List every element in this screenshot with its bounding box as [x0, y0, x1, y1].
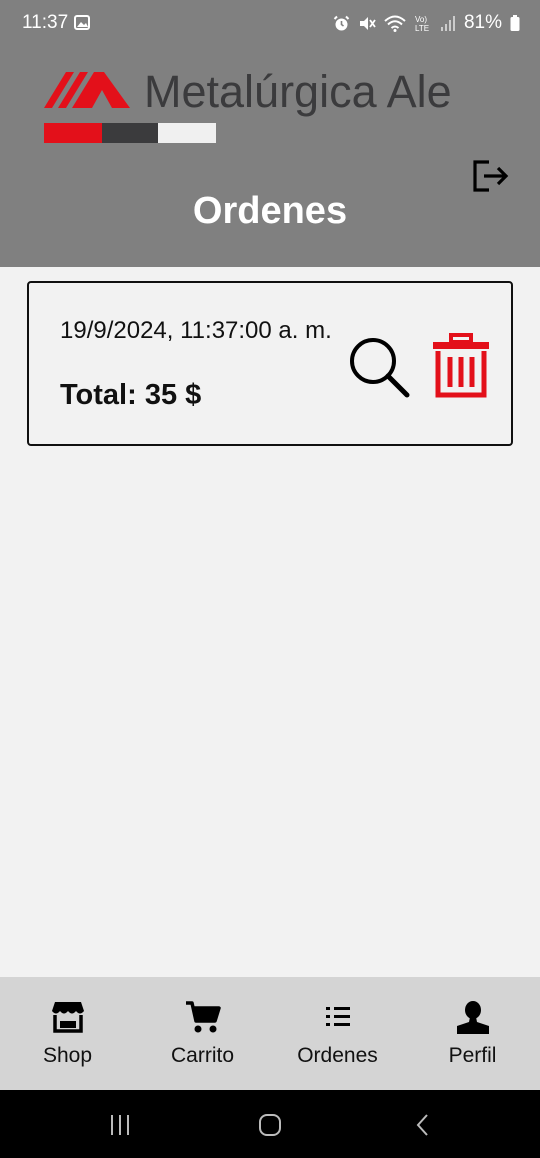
logo-stripes	[44, 123, 216, 143]
logo-mark-icon	[44, 72, 130, 108]
status-time: 11:37	[22, 12, 69, 33]
store-icon	[51, 1002, 84, 1033]
alarm-icon	[333, 15, 350, 30]
gallery-icon	[74, 15, 90, 30]
nav-item-perfil[interactable]: Perfil	[405, 977, 540, 1090]
volte-icon: Vo) LTE	[415, 15, 429, 32]
status-bar: 11:37 Vo) LTE 81%	[0, 0, 540, 46]
system-nav-bar	[0, 1090, 540, 1158]
search-icon	[350, 338, 410, 398]
order-total: Total: 35 $	[60, 379, 202, 411]
cart-icon	[185, 1001, 221, 1033]
nav-label-perfil: Perfil	[448, 1044, 497, 1067]
nav-item-shop[interactable]: Shop	[0, 977, 135, 1090]
nav-item-carrito[interactable]: Carrito	[135, 977, 270, 1090]
list-icon	[325, 1007, 350, 1026]
brand-logo: Metalúrgica Ale	[44, 66, 504, 146]
view-order-button[interactable]	[347, 335, 411, 399]
battery-percent: 81%	[463, 12, 502, 33]
logo-stripe-dark	[102, 123, 158, 143]
person-icon	[456, 1001, 489, 1034]
status-icons: Vo) LTE 81%	[333, 12, 520, 34]
bottom-nav: Shop Carrito Ordenes Perfil	[0, 977, 540, 1090]
nav-item-ordenes[interactable]: Ordenes	[270, 977, 405, 1090]
app-header: 11:37 Vo) LTE 81% Metalúrgica Ale Ordene…	[0, 0, 540, 267]
logo-stripe-white	[158, 123, 216, 143]
battery-icon	[510, 14, 520, 31]
mute-icon	[359, 16, 376, 30]
order-card: 19/9/2024, 11:37:00 a. m. Total: 35 $	[27, 281, 513, 446]
nav-label-ordenes: Ordenes	[297, 1044, 378, 1067]
back-icon[interactable]	[410, 1112, 436, 1138]
logo-stripe-red	[44, 123, 102, 143]
order-date: 19/9/2024, 11:37:00 a. m.	[60, 317, 332, 344]
delete-order-button[interactable]	[431, 333, 491, 399]
signal-icon	[440, 15, 455, 31]
page-title: Ordenes	[192, 190, 348, 232]
home-icon[interactable]	[257, 1112, 283, 1138]
svg-text:LTE: LTE	[415, 24, 429, 32]
wifi-icon	[384, 15, 406, 32]
nav-label-shop: Shop	[42, 1044, 93, 1067]
brand-name: Metalúrgica Ale	[144, 66, 452, 117]
recent-apps-icon[interactable]	[107, 1112, 133, 1138]
svg-text:Vo): Vo)	[415, 15, 427, 24]
nav-label-carrito: Carrito	[170, 1044, 234, 1067]
trash-icon	[433, 333, 489, 398]
